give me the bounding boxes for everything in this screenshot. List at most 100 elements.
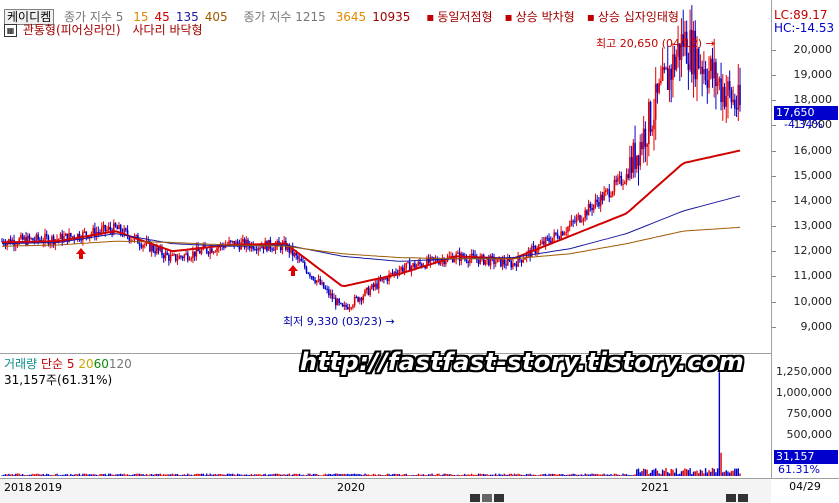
volume-bar (92, 473, 94, 476)
candle-body (734, 99, 736, 109)
volume-bar (219, 474, 222, 476)
candle-body (300, 258, 303, 262)
volume-bar (584, 473, 586, 476)
scroll-left-icon[interactable] (470, 494, 480, 502)
candle-body (150, 245, 153, 252)
candle-body (28, 235, 31, 239)
candle-body (457, 252, 459, 254)
scroll-right-icon[interactable] (494, 494, 504, 502)
candle-body (546, 237, 549, 239)
scrollbar[interactable] (470, 494, 760, 502)
volume-bar (204, 475, 206, 476)
volume-bar (692, 471, 695, 476)
candle-body (613, 179, 616, 192)
volume-bar (513, 473, 516, 476)
volume-bar (192, 475, 194, 476)
volume-bar (381, 475, 383, 476)
volume-bar (716, 468, 719, 476)
candle-body (231, 240, 234, 242)
candle-body (623, 182, 626, 185)
volume-bar (636, 469, 638, 476)
zoom-out-icon[interactable] (726, 494, 736, 502)
candle-body (727, 81, 729, 96)
volume-bar (661, 469, 664, 476)
volume-bar (627, 475, 629, 476)
candle-body (701, 66, 703, 75)
volume-bar (663, 470, 666, 476)
candle-body (173, 254, 175, 256)
candle-body (414, 263, 416, 268)
candle-body (113, 223, 115, 235)
volume-bar (116, 474, 118, 476)
volume-bar (476, 474, 478, 476)
volume-bar (386, 473, 389, 476)
candle-body (522, 259, 525, 263)
volume-bar (223, 474, 225, 476)
volume-bar (732, 470, 734, 476)
pattern-label: 상승 십자잉태형 (597, 10, 679, 24)
volume-bar (152, 474, 155, 476)
volume-bar (140, 474, 143, 476)
candle-body (168, 254, 170, 261)
volume-bar (367, 474, 370, 476)
candle-body (166, 252, 168, 255)
volume-bar (427, 474, 430, 476)
pattern-item[interactable]: ▪ 동일저점형 (426, 10, 498, 24)
candle-body (186, 253, 189, 261)
volume-bar (345, 474, 347, 476)
pattern-item[interactable]: 관통형(피어싱라인) (23, 23, 127, 37)
time-axis[interactable]: 2018 2019 2020 2021 (0, 478, 771, 503)
volume-bar (599, 474, 602, 476)
volume-bar (235, 474, 237, 476)
lc-indicator: LC:89.17 (774, 8, 828, 22)
volume-bar (710, 471, 712, 476)
candle-body (317, 279, 320, 281)
candle-body (377, 279, 380, 289)
volume-bar (594, 474, 597, 476)
scroll-thumb[interactable] (482, 494, 492, 502)
candle-body (154, 251, 156, 254)
candle-body (188, 259, 191, 261)
volume-bar (708, 470, 710, 476)
volume-bar (534, 474, 536, 476)
volume-bar (178, 475, 180, 476)
high-annotation-text: 최고 20,650 (04/12) (596, 37, 703, 50)
volume-bar (242, 474, 244, 476)
candle-body (708, 71, 710, 88)
volume-bar (431, 473, 433, 476)
volume-bar (646, 469, 648, 476)
volume-bar (405, 473, 407, 476)
volume-bar (563, 475, 566, 476)
volume-bar (739, 473, 741, 476)
candle-body (718, 78, 721, 83)
price-tick-label: 20,000 (793, 42, 833, 56)
arrow-right-icon: → (385, 315, 395, 328)
volume-bar (27, 474, 29, 476)
candle-body (415, 265, 418, 268)
pattern-item[interactable]: ▪ 상승 십자잉태형 (587, 10, 685, 24)
price-tick-label: 13,000 (793, 219, 833, 233)
candle-body (448, 256, 451, 258)
candle-body (273, 249, 275, 251)
volume-bar (393, 473, 395, 476)
volume-bar (66, 474, 69, 476)
pattern-item[interactable]: ▪ 상승 박차형 (505, 10, 581, 24)
candle-body (30, 238, 33, 240)
volume-bar (80, 475, 82, 476)
volume-bar (575, 474, 578, 476)
candle-body (606, 189, 609, 191)
chart-menu-icon[interactable]: ▦ (4, 24, 17, 37)
volume-period-list: 2060120 (78, 357, 131, 371)
volume-bar (601, 474, 604, 476)
candle-body (728, 81, 731, 90)
candle-body (102, 225, 105, 228)
volume-bar (493, 474, 495, 476)
zoom-in-icon[interactable] (738, 494, 748, 502)
pattern-item[interactable]: 사다리 바닥형 (133, 23, 209, 37)
volume-bar (572, 473, 574, 476)
candle-body (560, 231, 562, 239)
volume-bar (107, 473, 110, 476)
volume-bar (16, 473, 19, 476)
volume-bar (553, 473, 555, 476)
volume-bar (673, 472, 676, 476)
